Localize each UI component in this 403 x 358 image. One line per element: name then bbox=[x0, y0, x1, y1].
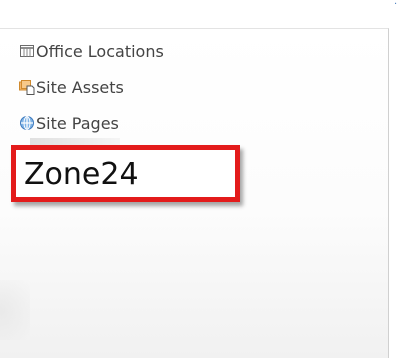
zone-label: Zone24 bbox=[24, 157, 139, 192]
nav-item-label: Site Pages bbox=[36, 113, 119, 133]
nav-item-site-pages[interactable]: Site Pages bbox=[19, 113, 164, 133]
quick-launch-list: Office Locations Site Assets Site Pages bbox=[19, 42, 164, 150]
nav-item-site-assets[interactable]: Site Assets bbox=[19, 77, 164, 97]
panel-shade bbox=[0, 280, 30, 340]
nav-item-label: Site Assets bbox=[36, 77, 124, 97]
zone-highlight-box: Zone24 bbox=[11, 145, 240, 202]
site-pages-icon bbox=[19, 115, 35, 131]
page: · Office Locations Site Assets Site Page… bbox=[0, 0, 403, 358]
nav-item-label: Office Locations bbox=[36, 41, 164, 61]
nav-item-office-locations[interactable]: Office Locations bbox=[19, 41, 164, 61]
corner-mark-icon: · bbox=[394, 0, 398, 10]
site-assets-icon bbox=[19, 79, 35, 95]
list-icon bbox=[19, 43, 35, 59]
